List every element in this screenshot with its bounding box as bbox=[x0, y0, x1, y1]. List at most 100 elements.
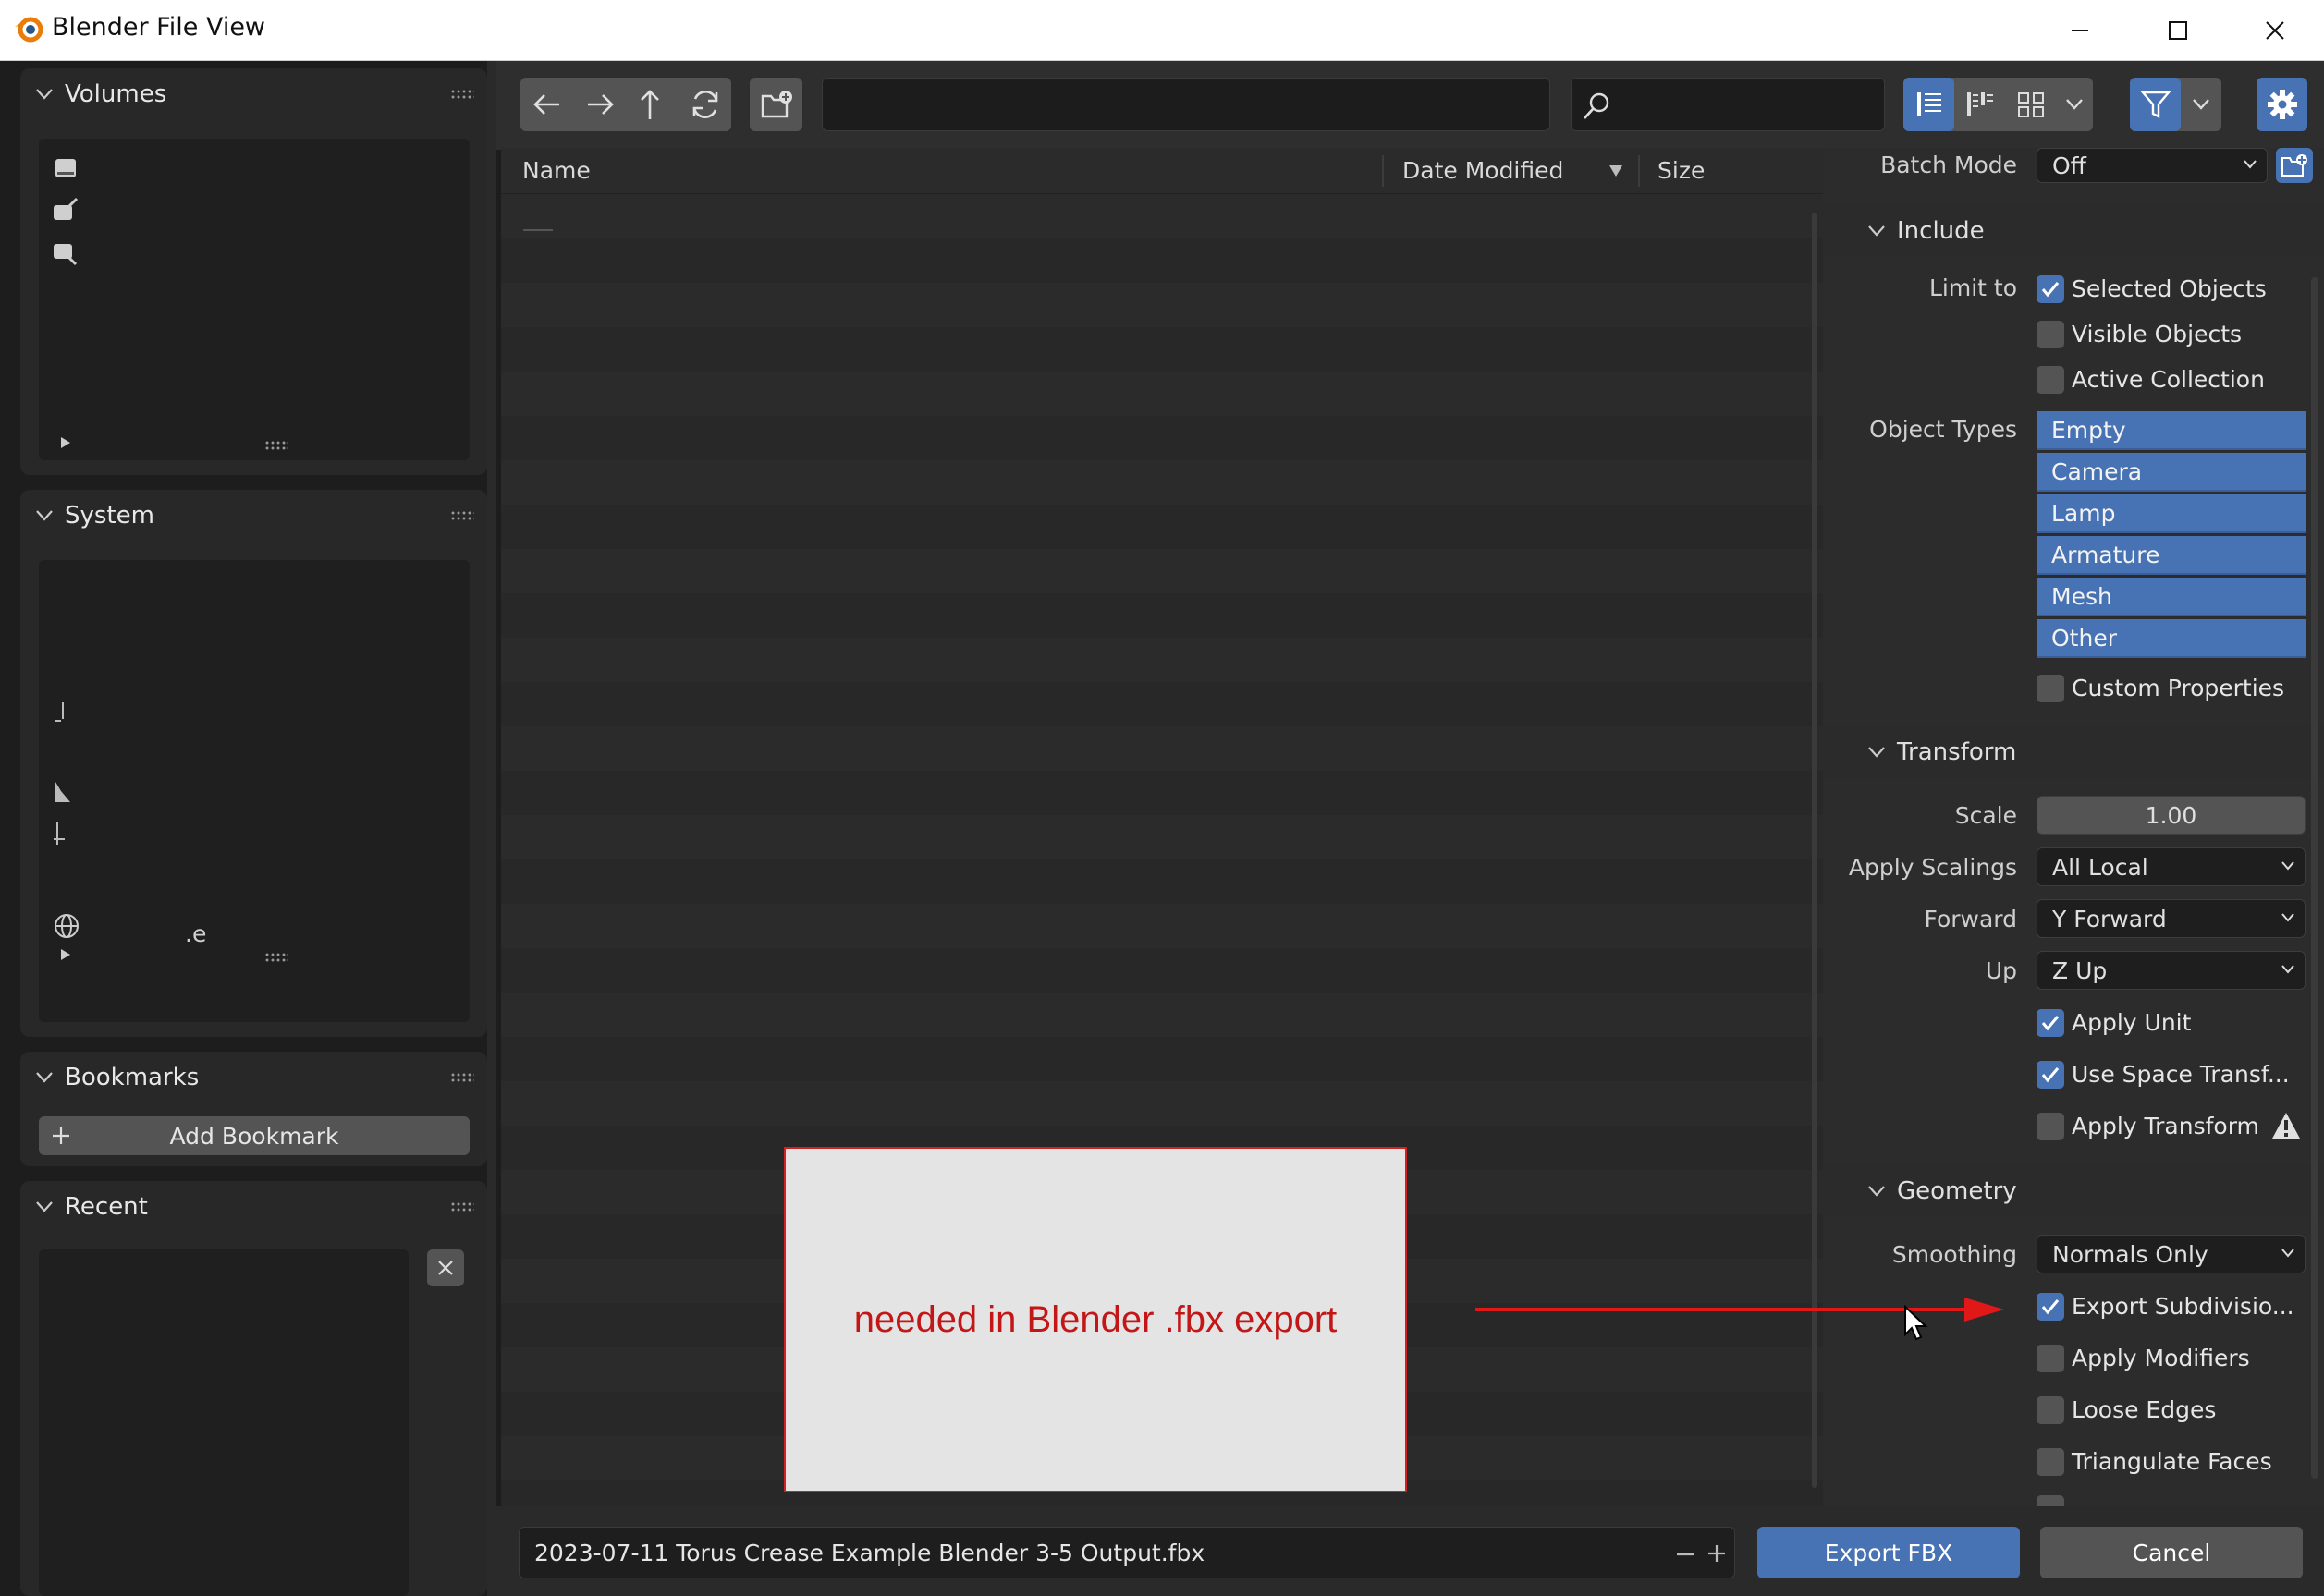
loose-edges-checkbox[interactable] bbox=[2037, 1396, 2064, 1424]
sidebar-divider[interactable] bbox=[487, 61, 496, 1596]
object-type-other[interactable]: Other bbox=[2037, 619, 2306, 658]
use-space-transform-checkbox[interactable] bbox=[2037, 1061, 2064, 1089]
maximize-button[interactable] bbox=[2129, 0, 2227, 61]
include-section-header[interactable]: Include bbox=[1823, 205, 2324, 257]
column-size-header[interactable]: Size bbox=[1657, 157, 1705, 184]
forward-axis-dropdown[interactable]: Y Forward bbox=[2037, 899, 2306, 938]
drive-network-icon[interactable] bbox=[52, 238, 80, 266]
grid-icon bbox=[2017, 92, 2044, 117]
recent-header[interactable]: Recent bbox=[20, 1181, 487, 1233]
expand-arrow-icon[interactable] bbox=[59, 436, 72, 449]
cancel-label: Cancel bbox=[2132, 1539, 2211, 1566]
bookmarks-header[interactable]: Bookmarks bbox=[20, 1052, 487, 1103]
back-button[interactable] bbox=[520, 78, 573, 131]
apply-transform-checkbox[interactable] bbox=[2037, 1113, 2064, 1140]
resize-grip-icon[interactable] bbox=[264, 952, 288, 963]
parent-entry-placeholder[interactable] bbox=[523, 229, 553, 231]
globe-icon[interactable] bbox=[52, 911, 85, 944]
parent-directory-button[interactable] bbox=[626, 78, 679, 131]
system-header[interactable]: System bbox=[20, 490, 487, 542]
visible-objects-checkbox[interactable] bbox=[2037, 321, 2064, 348]
minimize-button[interactable] bbox=[2031, 0, 2129, 61]
apply-unit-checkbox[interactable] bbox=[2037, 1009, 2064, 1037]
forward-button[interactable] bbox=[573, 78, 626, 131]
object-type-armature[interactable]: Armature bbox=[2037, 536, 2306, 575]
panel-grip-icon[interactable] bbox=[450, 510, 474, 521]
refresh-button[interactable] bbox=[679, 78, 731, 131]
drive-icon[interactable] bbox=[52, 153, 80, 181]
selected-objects-label: Selected Objects bbox=[2072, 275, 2267, 302]
sidebar: Volumes System .e Bookmarks Add Bookmark… bbox=[2, 61, 490, 1596]
geometry-section-header[interactable]: Geometry bbox=[1823, 1165, 2324, 1217]
filename-field[interactable]: 2023-07-11 Torus Crease Example Blender … bbox=[519, 1527, 1735, 1578]
vertical-list-button[interactable] bbox=[1903, 78, 1954, 131]
resize-grip-icon[interactable] bbox=[264, 440, 288, 451]
up-axis-dropdown[interactable]: Z Up bbox=[2037, 951, 2306, 990]
column-date-header[interactable]: Date Modified bbox=[1402, 157, 1563, 184]
export-subdivision-checkbox[interactable] bbox=[2037, 1293, 2064, 1321]
close-window-button[interactable] bbox=[2226, 0, 2324, 61]
add-bookmark-button[interactable]: Add Bookmark bbox=[39, 1116, 470, 1155]
sort-descending-icon[interactable] bbox=[1608, 164, 1623, 177]
filter-icon bbox=[2139, 91, 2171, 118]
folder-icon[interactable] bbox=[52, 699, 74, 726]
apply-scalings-dropdown[interactable]: All Local bbox=[2037, 847, 2306, 886]
export-fbx-button[interactable]: Export FBX bbox=[1757, 1527, 2020, 1578]
up-value: Z Up bbox=[2052, 956, 2108, 984]
thumbnails-button[interactable] bbox=[2005, 78, 2056, 131]
drive-edit-icon[interactable] bbox=[52, 196, 80, 224]
selected-objects-checkbox[interactable] bbox=[2037, 275, 2064, 303]
column-name-header[interactable]: Name bbox=[522, 157, 591, 184]
display-settings-dropdown[interactable] bbox=[2056, 78, 2093, 131]
object-type-camera[interactable]: Camera bbox=[2037, 453, 2306, 492]
new-folder-button[interactable] bbox=[750, 78, 802, 131]
forward-label: Forward bbox=[1924, 906, 2017, 932]
column-divider[interactable] bbox=[1382, 155, 1384, 187]
document-icon[interactable] bbox=[52, 821, 74, 848]
search-field[interactable] bbox=[1571, 78, 1885, 131]
object-type-lamp[interactable]: Lamp bbox=[2037, 494, 2306, 533]
panel-grip-icon[interactable] bbox=[450, 89, 474, 100]
settings-button[interactable] bbox=[2257, 78, 2307, 131]
triangulate-faces-checkbox[interactable] bbox=[2037, 1448, 2064, 1476]
expand-arrow-icon[interactable] bbox=[59, 948, 72, 961]
add-bookmark-label: Add Bookmark bbox=[169, 1122, 339, 1150]
object-type-mesh[interactable]: Mesh bbox=[2037, 578, 2306, 616]
decrement-icon[interactable] bbox=[1675, 1544, 1695, 1565]
filter-settings-dropdown[interactable] bbox=[2181, 78, 2221, 131]
custom-properties-checkbox[interactable] bbox=[2037, 675, 2064, 702]
music-icon[interactable] bbox=[52, 778, 74, 806]
apply-modifiers-checkbox[interactable] bbox=[2037, 1345, 2064, 1372]
active-collection-checkbox[interactable] bbox=[2037, 366, 2064, 394]
toolbar bbox=[496, 61, 2324, 150]
new-folder-icon bbox=[2281, 154, 2307, 177]
properties-scrollbar[interactable] bbox=[2311, 277, 2318, 1479]
transform-section-header[interactable]: Transform bbox=[1823, 726, 2324, 778]
transform-header-label: Transform bbox=[1897, 738, 2017, 766]
batch-new-folder-button[interactable] bbox=[2276, 148, 2313, 183]
navigation-button-group bbox=[520, 78, 731, 131]
smoothing-dropdown[interactable]: Normals Only bbox=[2037, 1235, 2306, 1273]
directory-path-field[interactable] bbox=[822, 78, 1550, 131]
panel-grip-icon[interactable] bbox=[450, 1072, 474, 1083]
object-type-empty[interactable]: Empty bbox=[2037, 411, 2306, 450]
arrow-up-icon bbox=[640, 90, 659, 119]
volumes-header[interactable]: Volumes bbox=[20, 68, 487, 120]
column-divider[interactable] bbox=[1638, 155, 1640, 187]
next-option-checkbox[interactable] bbox=[2037, 1495, 2064, 1506]
search-icon bbox=[1583, 92, 1609, 119]
loose-edges-label: Loose Edges bbox=[2072, 1396, 2217, 1423]
recent-list[interactable] bbox=[39, 1249, 409, 1596]
horizontal-list-button[interactable] bbox=[1954, 78, 2005, 131]
cancel-button[interactable]: Cancel bbox=[2040, 1527, 2303, 1578]
increment-icon[interactable] bbox=[1706, 1543, 1727, 1564]
panel-grip-icon[interactable] bbox=[450, 1201, 474, 1212]
volumes-list[interactable] bbox=[39, 139, 470, 460]
batch-mode-dropdown[interactable]: Off bbox=[2037, 148, 2268, 183]
bookmarks-label: Bookmarks bbox=[65, 1064, 200, 1091]
scale-field[interactable]: 1.00 bbox=[2037, 796, 2306, 835]
scale-value: 1.00 bbox=[2145, 801, 2197, 829]
system-list[interactable]: .e bbox=[39, 560, 470, 1022]
clear-recent-button[interactable] bbox=[427, 1249, 464, 1286]
filter-toggle-button[interactable] bbox=[2130, 78, 2181, 131]
